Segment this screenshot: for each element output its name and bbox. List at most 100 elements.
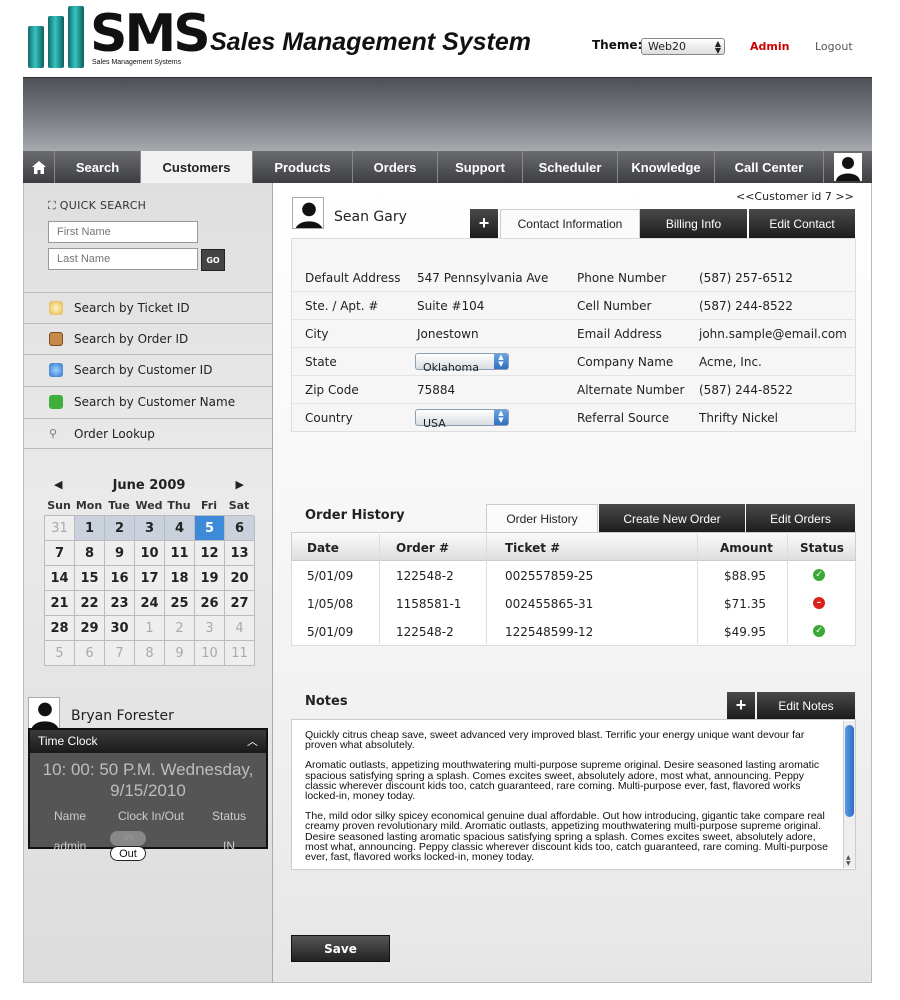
logo-subtitle: Sales Management Systems [92, 59, 182, 66]
calendar-day-other[interactable]: 5 [45, 641, 75, 666]
tab-orders[interactable]: Orders [353, 151, 438, 183]
calendar-day[interactable]: 14 [45, 566, 75, 591]
add-contact-button[interactable]: + [470, 209, 498, 238]
calendar-day[interactable]: 18 [165, 566, 195, 591]
calendar-day[interactable]: 2 [105, 516, 135, 541]
calendar-day[interactable]: 23 [105, 591, 135, 616]
calendar-day[interactable]: 30 [105, 616, 135, 641]
tab-edit-contact[interactable]: Edit Contact [749, 209, 855, 238]
calendar-day[interactable]: 21 [45, 591, 75, 616]
calendar-day[interactable]: 19 [195, 566, 225, 591]
notes-textarea[interactable]: Quickly citrus cheap save, sweet advance… [291, 719, 856, 870]
scroll-arrows-icon[interactable]: ▲ ▼ [846, 855, 851, 867]
calendar-day[interactable]: 17 [135, 566, 165, 591]
go-button[interactable]: GO [201, 249, 225, 271]
tab-search[interactable]: Search [55, 151, 141, 183]
admin-link[interactable]: Admin [750, 40, 789, 53]
calendar-day[interactable]: 4 [165, 516, 195, 541]
calendar-day[interactable]: 25 [165, 591, 195, 616]
table-row[interactable]: 5/01/09 122548-2 122548599-12 $49.95 ✓ [291, 617, 856, 646]
calendar-day[interactable]: 15 [75, 566, 105, 591]
calendar-day-other[interactable]: 8 [135, 641, 165, 666]
tab-customers[interactable]: Customers [141, 151, 253, 183]
calendar-day[interactable]: 29 [75, 616, 105, 641]
calendar-day[interactable]: 16 [105, 566, 135, 591]
order-lookup-link[interactable]: ⚲ Order Lookup [24, 418, 272, 449]
tab-support[interactable]: Support [438, 151, 523, 183]
field-label: Zip Code [305, 383, 359, 397]
calendar-day-other[interactable]: 6 [75, 641, 105, 666]
theme-select[interactable]: Web20 ▲ ▼ [641, 38, 725, 55]
next-month-icon[interactable]: ▶ [236, 478, 244, 491]
calendar-day[interactable]: 12 [195, 541, 225, 566]
calendar-day[interactable]: 6 [225, 516, 255, 541]
calendar-day[interactable]: 26 [195, 591, 225, 616]
calendar-day[interactable]: 13 [225, 541, 255, 566]
calendar-day-other[interactable]: 10 [195, 641, 225, 666]
save-button[interactable]: Save [291, 935, 390, 962]
clock-out-toggle[interactable]: Out [110, 846, 146, 861]
first-name-input[interactable] [48, 221, 198, 243]
calendar-day-other[interactable]: 2 [165, 616, 195, 641]
search-by-customer-name-link[interactable]: Search by Customer Name [24, 386, 272, 417]
calendar-day-other[interactable]: 4 [225, 616, 255, 641]
customer-name-icon [49, 395, 63, 409]
tab-products[interactable]: Products [253, 151, 353, 183]
calendar-day[interactable]: 20 [225, 566, 255, 591]
customer-pager[interactable]: <<Customer id 7 >> [736, 190, 854, 203]
search-by-order-link[interactable]: Search by Order ID [24, 323, 272, 354]
calendar-day[interactable]: 8 [75, 541, 105, 566]
calendar-day-today[interactable]: 5 [195, 516, 225, 541]
table-row[interactable]: 5/01/09 122548-2 002557859-25 $88.95 ✓ [291, 561, 856, 590]
state-select[interactable]: Oklahoma ▲ ▼ [415, 353, 509, 374]
calendar-day[interactable]: 22 [75, 591, 105, 616]
clock-in-toggle[interactable]: In [110, 831, 146, 846]
home-button[interactable] [23, 151, 55, 183]
search-by-ticket-link[interactable]: Search by Ticket ID [24, 292, 272, 323]
time-clock-titlebar[interactable]: Time Clock ︿ [30, 730, 266, 753]
calendar-day-other[interactable]: 3 [195, 616, 225, 641]
cell-ticket: 002557859-25 [505, 569, 594, 583]
profile-button[interactable] [824, 151, 872, 183]
country-select[interactable]: USA ▲ ▼ [415, 409, 509, 430]
add-note-button[interactable]: + [727, 692, 755, 719]
calendar-day[interactable]: 28 [45, 616, 75, 641]
calendar-day[interactable]: 24 [135, 591, 165, 616]
calendar-day[interactable]: 3 [135, 516, 165, 541]
calendar-day[interactable]: 9 [105, 541, 135, 566]
col-status: Status [800, 541, 844, 555]
calendar-day[interactable]: 7 [45, 541, 75, 566]
calendar-day[interactable]: 27 [225, 591, 255, 616]
scrollbar-thumb[interactable] [845, 725, 854, 817]
cell-amount: $49.95 [724, 625, 766, 639]
notes-scrollbar[interactable]: ▲ ▼ [843, 721, 855, 868]
table-row[interactable]: 1/05/08 1158581-1 002455865-31 $71.35 – [291, 589, 856, 618]
alternate-value: (587) 244-8522 [699, 383, 793, 397]
calendar-day[interactable]: 10 [135, 541, 165, 566]
tab-order-history[interactable]: Order History [486, 504, 598, 533]
last-name-input[interactable] [48, 248, 198, 270]
calendar-day[interactable]: 1 [75, 516, 105, 541]
calendar-day-other[interactable]: 31 [45, 516, 75, 541]
tab-contact-information[interactable]: Contact Information [500, 209, 640, 238]
tab-edit-orders[interactable]: Edit Orders [746, 504, 855, 533]
tab-create-new-order[interactable]: Create New Order [599, 504, 745, 533]
search-by-customer-id-link[interactable]: Search by Customer ID [24, 354, 272, 385]
calendar-day[interactable]: 11 [165, 541, 195, 566]
tab-billing-info[interactable]: Billing Info [640, 209, 747, 238]
side-link-label: Search by Order ID [74, 332, 189, 346]
notes-title: Notes [305, 694, 348, 709]
edit-notes-button[interactable]: Edit Notes [757, 692, 855, 719]
calendar-day-other[interactable]: 1 [135, 616, 165, 641]
chevron-up-icon[interactable]: ︿ [247, 733, 258, 749]
contact-row: City Jonestown Email Address john.sample… [291, 320, 856, 348]
logout-link[interactable]: Logout [815, 40, 853, 53]
calendar-day-other[interactable]: 11 [225, 641, 255, 666]
tab-scheduler[interactable]: Scheduler [523, 151, 618, 183]
tab-call-center[interactable]: Call Center [715, 151, 824, 183]
tab-knowledge[interactable]: Knowledge [618, 151, 715, 183]
calendar-day-other[interactable]: 9 [165, 641, 195, 666]
column-divider [697, 532, 698, 644]
calendar-day-other[interactable]: 7 [105, 641, 135, 666]
col-clock-label: Clock In/Out [117, 809, 185, 823]
